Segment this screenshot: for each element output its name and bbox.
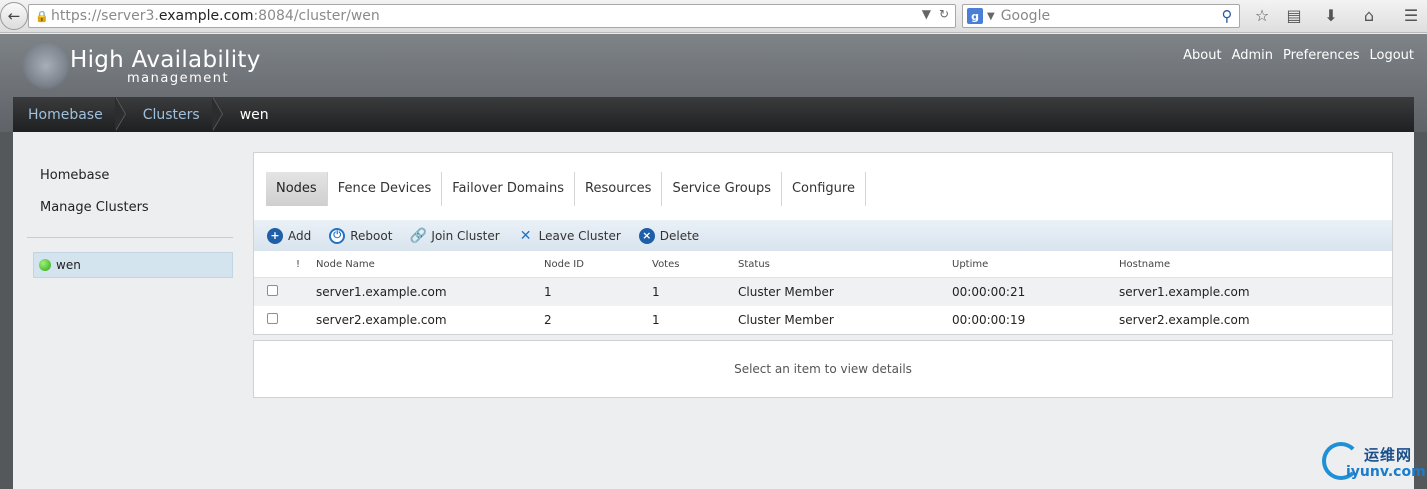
nodes-panel: Nodes Fence Devices Failover Domains Res… (253, 152, 1393, 335)
menu-icon[interactable]: ☰ (1399, 5, 1423, 27)
tab-bar: Nodes Fence Devices Failover Domains Res… (266, 172, 866, 206)
table-row[interactable]: server2.example.com 2 1 Cluster Member 0… (254, 306, 1392, 334)
row-checkbox[interactable] (267, 285, 278, 296)
search-bar[interactable]: g ▼ Google ⚲ (962, 4, 1240, 28)
tab-resources[interactable]: Resources (575, 172, 663, 206)
download-icon[interactable]: ⬇ (1319, 5, 1343, 27)
browser-toolbar: ← 🔒 https://server3.example.com:8084/clu… (0, 0, 1427, 33)
column-node-id[interactable]: Node ID (544, 259, 652, 270)
url-text: https://server3.example.com:8084/cluster… (51, 8, 380, 24)
column-uptime[interactable]: Uptime (952, 259, 1119, 270)
lock-icon: 🔒 (35, 9, 49, 23)
breadcrumb-homebase[interactable]: Homebase (13, 97, 118, 132)
node-hostname: server2.example.com (1119, 313, 1250, 327)
logout-link[interactable]: Logout (1369, 48, 1414, 63)
breadcrumb-separator (114, 97, 128, 132)
preferences-link[interactable]: Preferences (1283, 48, 1359, 63)
tab-configure[interactable]: Configure (782, 172, 866, 206)
app-title: High Availability (70, 47, 261, 73)
watermark-logo: 运维网 iyunv.com (1322, 440, 1426, 485)
reload-icon[interactable]: ↻ (939, 7, 949, 21)
right-gutter (1414, 132, 1427, 489)
reading-list-icon[interactable]: ▤ (1282, 5, 1306, 27)
home-icon[interactable]: ⌂ (1357, 5, 1381, 27)
node-votes: 1 (652, 285, 660, 299)
join-label: Join Cluster (431, 228, 500, 243)
node-id: 1 (544, 285, 552, 299)
tab-nodes[interactable]: Nodes (266, 172, 328, 206)
top-nav: About Admin Preferences Logout (1183, 48, 1414, 63)
node-toolbar: + Add ⏻ Reboot 🔗 Join Cluster ✕ Leave Cl… (254, 220, 1392, 251)
logo-icon (22, 42, 70, 90)
app-subtitle: management (127, 71, 230, 86)
link-icon: 🔗 (409, 227, 428, 244)
sidebar-item-cluster[interactable]: wen (33, 252, 233, 278)
node-uptime: 00:00:00:21 (952, 285, 1026, 299)
back-button[interactable]: ← (0, 2, 28, 30)
join-cluster-button[interactable]: 🔗 Join Cluster (409, 227, 500, 244)
status-ok-icon (39, 259, 51, 271)
delete-button[interactable]: × Delete (638, 227, 700, 244)
search-engine-icon[interactable]: g (967, 8, 983, 24)
details-placeholder: Select an item to view details (734, 362, 912, 376)
node-status: Cluster Member (738, 285, 834, 299)
delete-icon: × (638, 227, 655, 244)
node-status: Cluster Member (738, 313, 834, 327)
reboot-label: Reboot (350, 228, 393, 243)
leave-label: Leave Cluster (538, 228, 621, 243)
node-hostname: server1.example.com (1119, 285, 1250, 299)
bookmark-star-icon[interactable]: ☆ (1250, 5, 1274, 27)
tab-service-groups[interactable]: Service Groups (662, 172, 782, 206)
plus-icon: + (267, 227, 283, 244)
delete-label: Delete (659, 228, 700, 243)
column-hostname[interactable]: Hostname (1119, 259, 1392, 270)
add-label: Add (288, 228, 312, 243)
column-node-name[interactable]: Node Name (316, 259, 544, 270)
table-row[interactable]: server1.example.com 1 1 Cluster Member 0… (254, 278, 1392, 306)
breadcrumb: Homebase Clusters wen (13, 97, 1414, 132)
unlink-icon: ✕ (519, 227, 532, 244)
sidebar: Homebase Manage Clusters (27, 160, 233, 251)
breadcrumb-clusters[interactable]: Clusters (128, 97, 215, 132)
node-votes: 1 (652, 313, 660, 327)
node-name: server2.example.com (316, 313, 447, 327)
admin-link[interactable]: Admin (1232, 48, 1273, 63)
back-arrow-icon: ← (7, 7, 21, 25)
breadcrumb-current: wen (239, 106, 269, 123)
nodes-table: ! Node Name Node ID Votes Status Uptime … (254, 251, 1392, 334)
sidebar-item-manage-clusters[interactable]: Manage Clusters (27, 192, 233, 224)
tab-fence-devices[interactable]: Fence Devices (328, 172, 443, 206)
table-header: ! Node Name Node ID Votes Status Uptime … (254, 251, 1392, 278)
column-alert: ! (296, 258, 301, 270)
leave-cluster-button[interactable]: ✕ Leave Cluster (518, 228, 621, 244)
sidebar-item-homebase[interactable]: Homebase (27, 160, 233, 192)
column-status[interactable]: Status (738, 259, 952, 270)
search-placeholder: Google (1000, 8, 1051, 24)
url-bar[interactable]: 🔒 https://server3.example.com:8084/clust… (28, 4, 956, 28)
row-checkbox[interactable] (267, 313, 278, 324)
node-name: server1.example.com (316, 285, 447, 299)
watermark-en: iyunv.com (1346, 464, 1426, 480)
cluster-name: wen (56, 258, 81, 272)
dropdown-icon[interactable]: ▼ (922, 7, 931, 21)
details-panel: Select an item to view details (253, 340, 1393, 398)
column-votes[interactable]: Votes (652, 259, 738, 270)
tab-failover-domains[interactable]: Failover Domains (442, 172, 576, 206)
add-button[interactable]: + Add (267, 227, 312, 244)
node-id: 2 (544, 313, 552, 327)
left-gutter (0, 132, 13, 489)
chevron-down-icon[interactable]: ▼ (987, 11, 995, 22)
breadcrumb-separator (211, 97, 225, 132)
power-icon: ⏻ (329, 227, 346, 244)
watermark-cn: 运维网 (1364, 446, 1413, 464)
about-link[interactable]: About (1183, 48, 1221, 63)
node-uptime: 00:00:00:19 (952, 313, 1026, 327)
magnifier-icon[interactable]: ⚲ (1217, 6, 1237, 26)
reboot-button[interactable]: ⏻ Reboot (329, 227, 393, 244)
sidebar-divider (27, 237, 233, 238)
